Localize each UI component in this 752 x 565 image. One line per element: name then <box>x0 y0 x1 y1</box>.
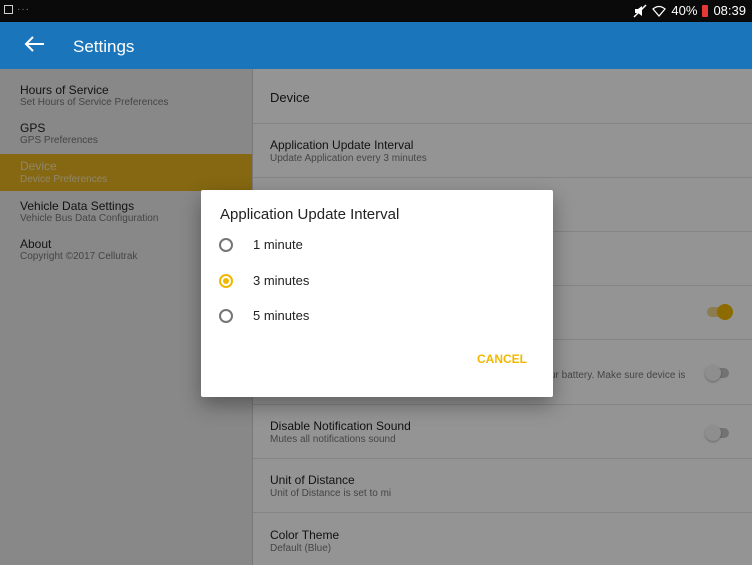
page-title: Settings <box>73 37 135 56</box>
option-1-minute[interactable]: 1 minute <box>219 234 519 260</box>
screenshot-icon <box>4 5 13 14</box>
mute-icon <box>633 3 647 18</box>
option-label: 5 minutes <box>253 308 310 323</box>
radio-unchecked-icon[interactable] <box>219 238 233 252</box>
battery-percent: 40% <box>671 3 698 18</box>
back-arrow-icon[interactable] <box>22 31 48 57</box>
cancel-button[interactable]: CANCEL <box>477 352 527 366</box>
app-bar: Settings <box>0 22 752 69</box>
battery-low-icon <box>702 4 709 17</box>
option-3-minutes[interactable]: 3 minutes <box>219 270 519 296</box>
option-label: 3 minutes <box>253 273 310 288</box>
status-right: 40% 08:39 <box>633 3 746 18</box>
status-bar: ··· 40% 08:39 <box>0 0 752 22</box>
option-5-minutes[interactable]: 5 minutes <box>219 305 519 331</box>
status-left: ··· <box>4 4 30 15</box>
dialog-title: Application Update Interval <box>220 206 400 223</box>
notification-dots-icon: ··· <box>17 4 30 15</box>
status-time: 08:39 <box>713 3 746 18</box>
wifi-icon <box>652 5 667 17</box>
radio-checked-icon[interactable] <box>219 274 233 288</box>
option-label: 1 minute <box>253 237 303 252</box>
update-interval-dialog: Application Update Interval 1 minute 3 m… <box>201 190 553 397</box>
radio-unchecked-icon[interactable] <box>219 309 233 323</box>
